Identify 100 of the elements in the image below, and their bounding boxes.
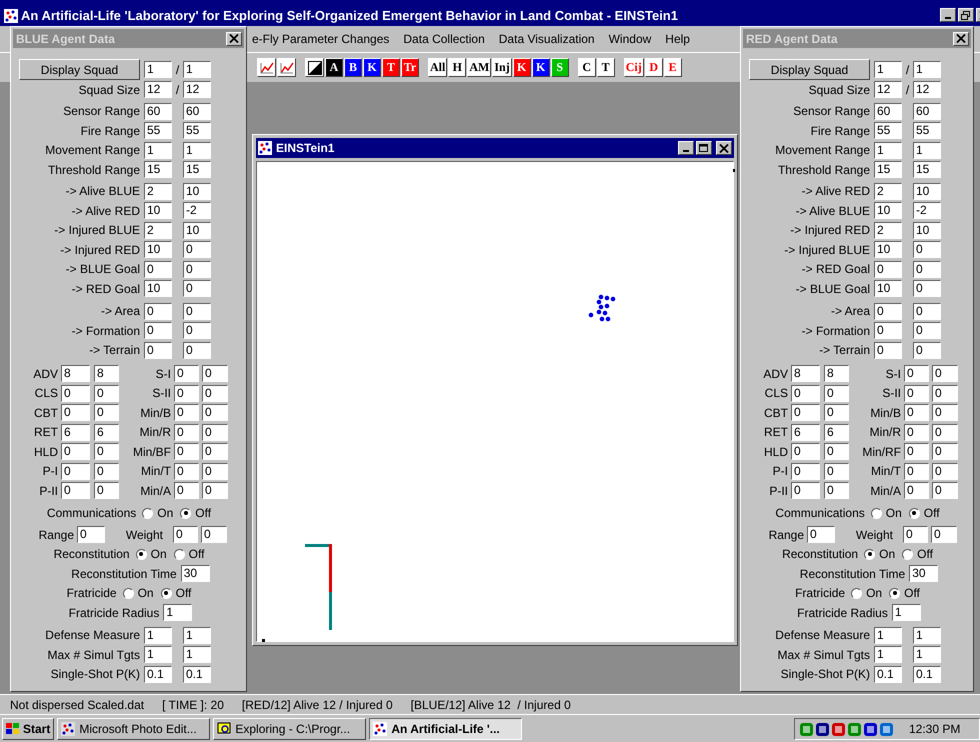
toolbar-button[interactable]: K [512, 58, 531, 77]
option-label[interactable]: Off [924, 504, 940, 522]
input-field[interactable]: 1 [183, 646, 211, 664]
input-field[interactable]: 0 [61, 443, 90, 460]
input-field[interactable]: 55 [144, 122, 172, 140]
input-field[interactable]: 1 [892, 604, 921, 622]
input-field[interactable]: 30 [909, 565, 938, 582]
input-field[interactable]: 0 [61, 384, 90, 402]
input-field[interactable]: 0 [874, 302, 902, 320]
input-field[interactable]: 6 [824, 424, 849, 441]
input-field[interactable]: 0 [202, 443, 228, 460]
input-field[interactable]: 1 [183, 61, 211, 78]
input-field[interactable]: 0 [932, 482, 958, 500]
input-field[interactable]: 0 [174, 443, 199, 460]
toolbar-button[interactable]: AM [467, 58, 492, 77]
input-field[interactable]: 0 [183, 280, 211, 298]
input-field[interactable]: 1 [913, 626, 941, 644]
input-field[interactable]: 1 [144, 626, 172, 644]
toolbar-button[interactable]: Cij [624, 58, 644, 77]
input-field[interactable]: 0 [174, 404, 199, 422]
start-button[interactable]: Start [2, 718, 54, 740]
taskbar-button[interactable]: Exploring - C:\Progr... [213, 718, 366, 740]
input-field[interactable]: 0 [932, 443, 958, 460]
input-field[interactable]: 0 [824, 482, 849, 500]
input-field[interactable]: 8 [94, 365, 119, 382]
input-field[interactable]: 1 [913, 61, 941, 78]
input-field[interactable]: 10 [144, 202, 172, 220]
input-field[interactable]: 0 [202, 365, 228, 382]
input-field[interactable]: 0 [183, 322, 211, 340]
option-label[interactable]: Off [188, 545, 204, 564]
input-field[interactable]: 0 [144, 302, 172, 320]
input-field[interactable]: 1 [144, 646, 172, 664]
input-field[interactable]: 2 [144, 222, 172, 239]
toolbar-button[interactable]: K [532, 58, 550, 77]
input-field[interactable]: 0 [61, 404, 90, 422]
input-field[interactable]: -2 [183, 202, 211, 220]
input-field[interactable]: 0 [174, 384, 199, 402]
input-field[interactable]: 60 [913, 102, 941, 120]
input-field[interactable]: 0 [874, 322, 902, 340]
input-field[interactable]: 1 [144, 142, 172, 159]
toolbar-button[interactable]: T [382, 58, 400, 77]
input-field[interactable]: 0 [904, 462, 929, 480]
menu-item[interactable]: Help [665, 30, 690, 48]
toolbar-button[interactable]: Tr [401, 58, 419, 77]
input-field[interactable]: 0 [791, 482, 820, 500]
input-field[interactable]: 0 [932, 365, 958, 382]
input-field[interactable]: 0 [202, 404, 228, 422]
input-field[interactable]: 0 [144, 260, 172, 278]
input-field[interactable]: 0 [77, 526, 105, 544]
input-field[interactable]: 12 [144, 81, 172, 98]
input-field[interactable]: 6 [791, 424, 820, 441]
input-field[interactable]: 1 [913, 646, 941, 664]
input-field[interactable]: 30 [180, 565, 210, 582]
input-field[interactable]: 60 [144, 102, 172, 120]
input-field[interactable]: 10 [913, 182, 941, 200]
input-field[interactable]: 0 [174, 462, 199, 480]
toolbar-button[interactable]: E [664, 58, 682, 77]
input-field[interactable]: 0 [144, 342, 172, 359]
input-field[interactable]: 0 [824, 404, 849, 422]
input-field[interactable]: 8 [791, 365, 820, 382]
input-field[interactable]: 0 [931, 526, 957, 544]
input-field[interactable]: 10 [874, 280, 902, 298]
input-field[interactable]: 0 [94, 384, 119, 402]
input-field[interactable]: 0 [932, 404, 958, 422]
input-field[interactable]: 0 [874, 260, 902, 278]
input-field[interactable]: 0 [61, 462, 90, 480]
menu-item[interactable]: Window [608, 30, 652, 48]
toolbar-button[interactable]: T [596, 58, 615, 77]
input-field[interactable]: 0 [904, 443, 929, 460]
input-field[interactable]: 0 [874, 342, 902, 359]
input-field[interactable]: 12 [913, 81, 941, 98]
input-field[interactable]: 1 [144, 61, 172, 78]
input-field[interactable]: 12 [183, 81, 211, 98]
input-field[interactable]: 15 [144, 161, 172, 178]
menu-item[interactable]: Data Collection [403, 30, 485, 48]
input-field[interactable]: 0 [913, 280, 941, 298]
toolbar-button[interactable]: C [578, 58, 596, 77]
input-field[interactable]: 60 [183, 102, 211, 120]
input-field[interactable]: 0 [94, 443, 119, 460]
input-field[interactable]: 1 [874, 646, 902, 664]
input-field[interactable]: 10 [144, 280, 172, 298]
input-field[interactable]: 0 [183, 302, 211, 320]
input-field[interactable]: 0 [183, 260, 211, 278]
input-field[interactable]: 0 [913, 322, 941, 340]
option-label[interactable]: On [138, 584, 154, 602]
taskbar-button[interactable]: Microsoft Photo Edit... [57, 718, 210, 740]
input-field[interactable]: 0 [174, 424, 199, 441]
input-field[interactable]: 0 [824, 384, 849, 402]
option-label[interactable]: On [157, 504, 174, 522]
input-field[interactable]: 0.1 [913, 666, 941, 683]
input-field[interactable]: 0 [94, 404, 119, 422]
input-field[interactable]: 6 [94, 424, 119, 441]
input-field[interactable]: 60 [874, 102, 902, 120]
input-field[interactable]: 1 [163, 604, 192, 622]
input-field[interactable]: 10 [183, 182, 211, 200]
input-field[interactable]: 0 [932, 462, 958, 480]
input-field[interactable]: 0.1 [144, 666, 172, 683]
input-field[interactable]: 2 [144, 182, 172, 200]
toolbar-button[interactable]: K [363, 58, 381, 77]
option-label[interactable]: On [866, 584, 882, 602]
